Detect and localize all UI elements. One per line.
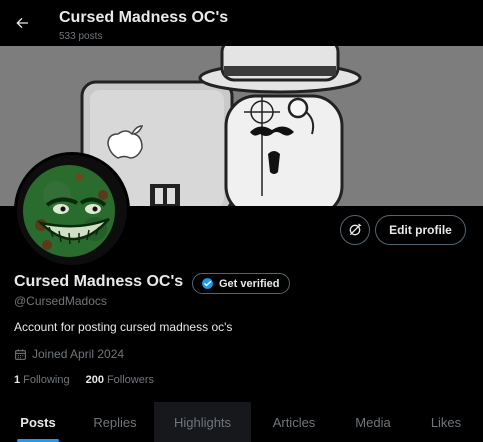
tab-highlights[interactable]: Highlights: [154, 402, 251, 442]
arrow-left-icon: [16, 17, 28, 29]
join-date-label: Joined April 2024: [32, 347, 125, 361]
avatar[interactable]: [14, 152, 130, 268]
get-verified-button[interactable]: Get verified: [192, 273, 290, 294]
following-link[interactable]: 1 Following: [14, 374, 70, 386]
refresh-cancel-icon: [349, 223, 362, 236]
tab-label: Articles: [272, 414, 316, 430]
bio: Account for posting cursed madness oc's: [14, 320, 233, 334]
back-button[interactable]: [8, 9, 36, 37]
relaxed-changes-button[interactable]: [340, 215, 370, 245]
user-handle: @CursedMadocs: [14, 294, 107, 308]
tab-replies[interactable]: Replies: [76, 402, 154, 442]
tab-label: Highlights: [173, 414, 232, 430]
profile-header: Cursed Madness OC's 533 posts: [0, 0, 483, 46]
tab-label: Media: [355, 414, 391, 430]
tab-likes[interactable]: Likes: [409, 402, 483, 442]
tab-label: Replies: [93, 414, 137, 430]
following-label: Following: [23, 374, 70, 386]
tab-posts[interactable]: Posts: [0, 402, 76, 442]
tab-label: Likes: [430, 414, 462, 430]
following-count: 1: [14, 374, 21, 386]
follow-stats: 1 Following 200 Followers: [14, 374, 154, 386]
get-verified-label: Get verified: [219, 277, 280, 290]
page-title: Cursed Madness OC's: [59, 9, 229, 26]
tab-articles[interactable]: Articles: [251, 402, 337, 442]
profile-tabs: Posts Replies Highlights Articles Media …: [0, 402, 483, 442]
join-date: Joined April 2024: [14, 347, 124, 361]
followers-label: Followers: [106, 374, 155, 386]
display-name: Cursed Madness OC's: [14, 273, 184, 290]
tab-label: Posts: [20, 414, 56, 430]
followers-count: 200: [85, 374, 104, 386]
followers-link[interactable]: 200 Followers: [86, 374, 154, 386]
edit-profile-button[interactable]: Edit profile: [375, 215, 466, 245]
tab-media[interactable]: Media: [337, 402, 409, 442]
verified-badge-icon: [202, 278, 213, 289]
calendar-icon: [15, 348, 26, 360]
post-count: 533 posts: [59, 31, 103, 42]
